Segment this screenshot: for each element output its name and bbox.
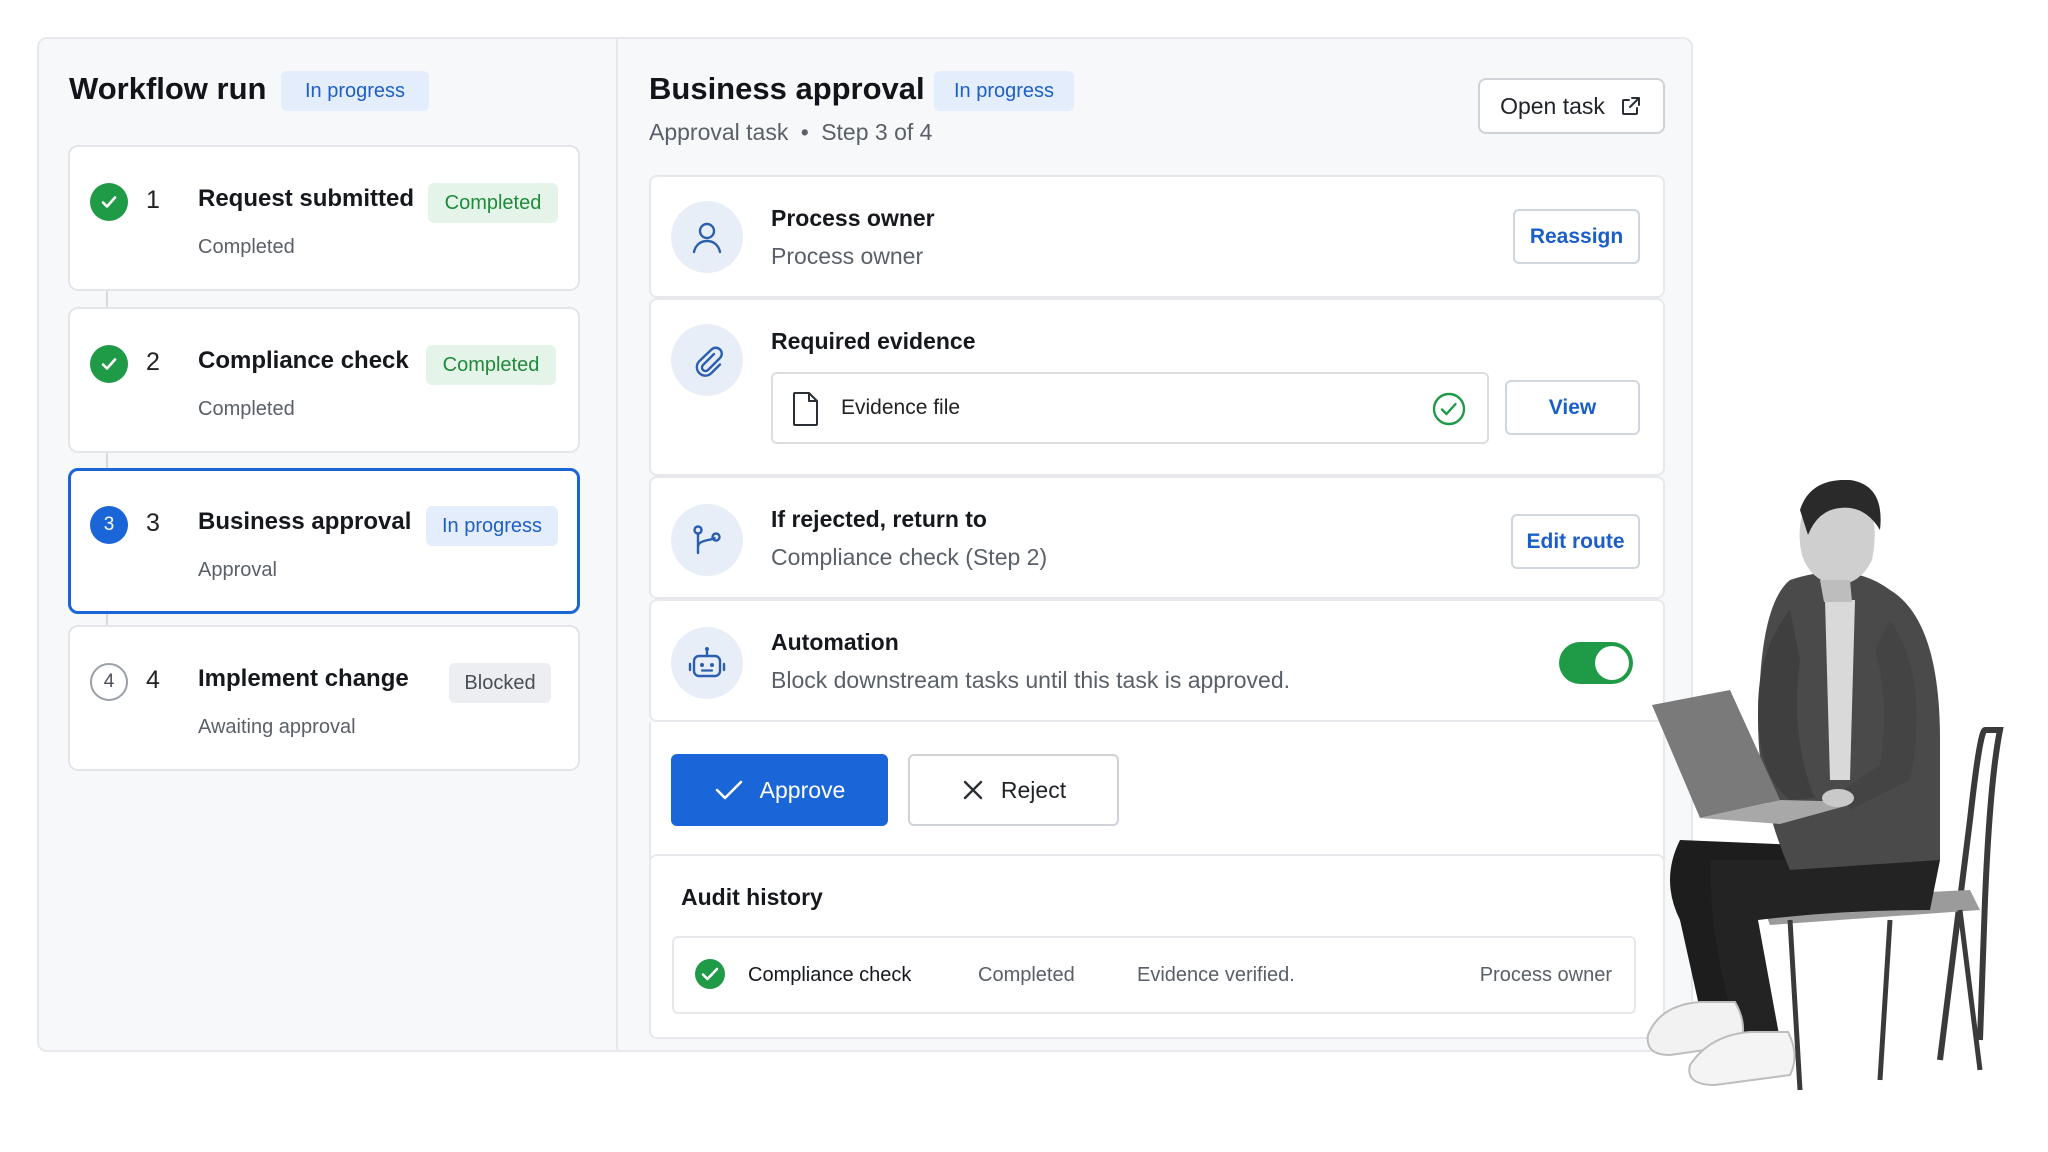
route-icon — [671, 504, 743, 576]
check-circle-icon — [1432, 392, 1466, 426]
route-value: Compliance check (Step 2) — [771, 544, 1048, 570]
workflow-status-badge: In progress — [281, 71, 429, 111]
edit-route-button[interactable]: Edit route — [1511, 514, 1640, 569]
view-evidence-button[interactable]: View — [1505, 380, 1640, 435]
check-icon — [90, 345, 128, 383]
step-indicator-current: 3 — [90, 506, 128, 544]
external-link-icon — [1621, 97, 1640, 115]
status-badge: Completed — [426, 345, 556, 385]
step-compliance-check[interactable]: 2 Compliance check Completed Completed — [68, 307, 580, 453]
step-subtitle: Awaiting approval — [198, 716, 356, 738]
evidence-heading: Required evidence — [771, 328, 976, 354]
open-task-button[interactable]: Open task — [1478, 78, 1665, 134]
automation-heading: Automation — [771, 629, 899, 655]
task-type: Approval task — [649, 119, 789, 145]
step-name: Implement change — [198, 665, 409, 692]
step-subtitle: Completed — [198, 398, 295, 420]
check-icon — [90, 183, 128, 221]
step-subtitle: Completed — [198, 236, 295, 258]
audit-status: Completed — [978, 964, 1075, 986]
user-icon — [671, 201, 743, 273]
status-badge: In progress — [426, 506, 558, 546]
audit-step: Compliance check — [748, 964, 912, 986]
step-name: Business approval — [198, 508, 412, 535]
step-number: 2 — [146, 348, 160, 376]
toggle-knob — [1595, 646, 1629, 680]
step-name: Compliance check — [198, 347, 409, 374]
step-implement-change[interactable]: 4 4 Implement change Blocked Awaiting ap… — [68, 625, 580, 771]
step-request-submitted[interactable]: 1 Request submitted Completed Completed — [68, 145, 580, 291]
column-divider — [616, 39, 618, 1050]
audit-row[interactable]: Compliance check Completed Evidence veri… — [672, 936, 1636, 1014]
audit-note: Evidence verified. — [1137, 964, 1295, 986]
route-heading: If rejected, return to — [771, 506, 987, 532]
reassign-button[interactable]: Reassign — [1513, 209, 1640, 264]
task-status-badge: In progress — [934, 71, 1074, 111]
owner-value: Process owner — [771, 243, 924, 269]
automation-toggle[interactable] — [1559, 642, 1633, 684]
approve-button[interactable]: Approve — [671, 754, 888, 826]
status-badge: Completed — [428, 183, 558, 223]
robot-icon — [671, 627, 743, 699]
workflow-title: Workflow run — [69, 71, 267, 106]
rejection-route-card: If rejected, return to Compliance check … — [649, 476, 1665, 599]
step-number: 1 — [146, 186, 160, 214]
status-badge: Blocked — [449, 663, 551, 703]
evidence-file-name: Evidence file — [841, 396, 961, 419]
process-owner-card: Process owner Process owner Reassign — [649, 175, 1665, 298]
reject-label: Reject — [1000, 776, 1067, 803]
task-subtitle: Approval task • Step 3 of 4 — [649, 119, 932, 146]
automation-description: Block downstream tasks until this task i… — [771, 667, 1291, 693]
step-indicator-pending: 4 — [90, 663, 128, 701]
audit-actor: Process owner — [1479, 964, 1612, 986]
task-separator: • — [800, 119, 809, 145]
approve-label: Approve — [759, 776, 846, 803]
paperclip-icon — [671, 324, 743, 396]
owner-heading: Process owner — [771, 205, 935, 231]
task-step: Step 3 of 4 — [821, 119, 933, 145]
audit-history-card: Audit history Compliance check Completed… — [649, 854, 1665, 1039]
task-title: Business approval — [649, 71, 925, 106]
evidence-file-row[interactable]: Evidence file — [771, 372, 1489, 444]
step-business-approval[interactable]: 3 3 Business approval In progress Approv… — [68, 468, 580, 614]
person-with-laptop-illustration — [1646, 480, 2004, 1091]
step-number: 3 — [146, 509, 160, 537]
step-name: Request submitted — [198, 185, 415, 212]
file-icon — [793, 392, 818, 426]
close-icon — [963, 780, 983, 800]
audit-title: Audit history — [681, 884, 823, 910]
reject-button[interactable]: Reject — [908, 754, 1119, 826]
check-icon — [715, 780, 742, 800]
step-number: 4 — [146, 666, 160, 694]
check-circle-icon — [695, 959, 725, 989]
workflow-app: Workflow run In progress 1 Request submi… — [37, 37, 1693, 1052]
open-task-label: Open task — [1500, 92, 1605, 119]
step-subtitle: Approval — [198, 559, 277, 581]
automation-card: Automation Block downstream tasks until … — [649, 599, 1665, 722]
required-evidence-card: Required evidence Evidence file View — [649, 298, 1665, 476]
